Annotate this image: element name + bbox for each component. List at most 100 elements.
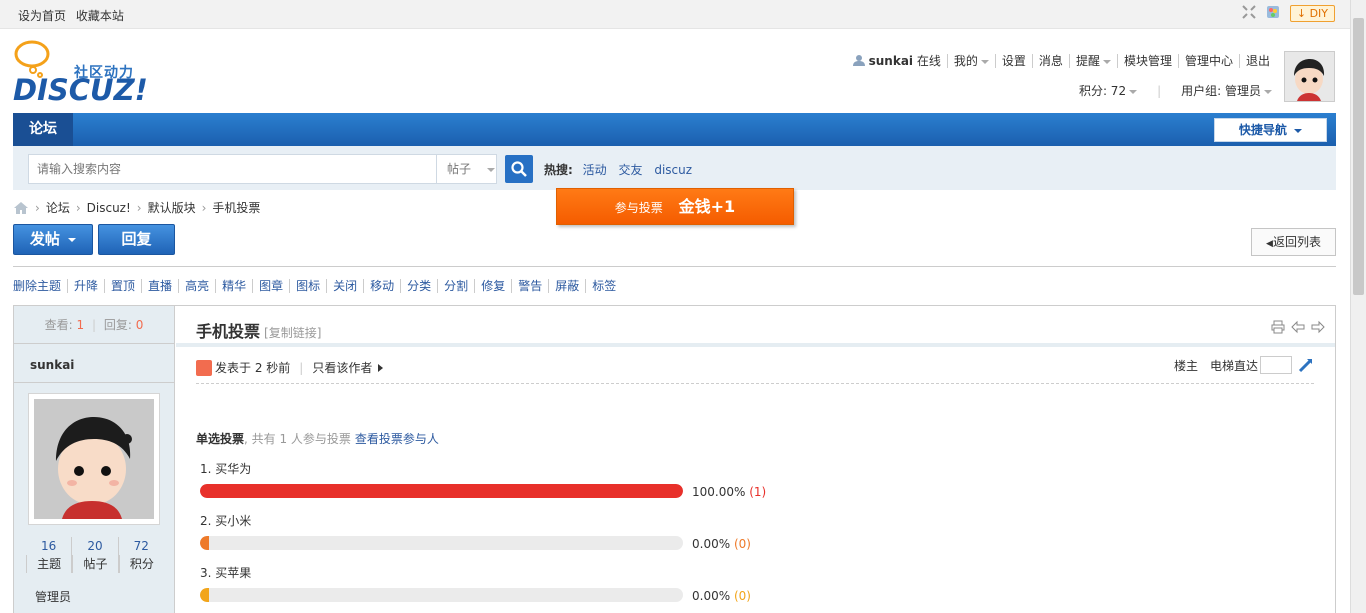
post-title-row: 手机投票 [复制链接] (196, 318, 321, 342)
search-button[interactable] (505, 155, 533, 183)
menu-reminders[interactable]: 提醒 (1068, 54, 1117, 68)
set-home-link[interactable]: 设为首页 (18, 9, 66, 23)
menu-my[interactable]: 我的 (946, 54, 995, 68)
poll-option-bar (200, 588, 683, 602)
mod-link[interactable]: 高亮 (178, 279, 215, 293)
back-to-list-label: 返回列表 (1272, 235, 1321, 249)
online-status: 在线 (916, 54, 941, 68)
only-author-label: 只看该作者 (312, 361, 373, 375)
author-stat[interactable]: 20 帖子 (71, 537, 117, 573)
author-avatar[interactable] (28, 393, 160, 525)
quick-nav-button[interactable]: 快捷导航 (1214, 118, 1327, 142)
mod-link[interactable]: 警告 (511, 279, 548, 293)
poll-option-label: 3. 买苹果 (200, 566, 252, 580)
chevron-down-icon (1294, 128, 1303, 133)
menu-admin-center[interactable]: 管理中心 (1177, 54, 1239, 68)
divider (176, 343, 1335, 347)
mod-link[interactable]: 图标 (289, 279, 326, 293)
copy-link[interactable]: [复制链接] (264, 326, 321, 340)
author-stat[interactable]: 72 积分 (117, 537, 164, 573)
replies-label: 回复: (103, 318, 132, 332)
floor-info: 楼主 电梯直达 (1174, 356, 1314, 374)
menu-logout[interactable]: 退出 (1238, 54, 1276, 68)
mod-link[interactable]: 标签 (585, 279, 622, 293)
only-author-link[interactable]: 只看该作者 (312, 359, 384, 376)
usergroup-label: 用户组: 管理员 (1181, 84, 1261, 98)
home-icon[interactable] (13, 201, 29, 215)
breadcrumb-item[interactable]: 默认版块 (148, 199, 196, 216)
author-group[interactable]: 管理员 (35, 588, 71, 605)
jump-floor-input[interactable] (1260, 356, 1292, 374)
mod-link[interactable]: 精华 (215, 279, 252, 293)
hot-search: 热搜: 活动 交友 discuz (544, 161, 700, 178)
mod-link[interactable]: 直播 (141, 279, 178, 293)
mod-link[interactable]: 分类 (400, 279, 437, 293)
jump-go-icon[interactable] (1298, 357, 1314, 373)
vertical-scrollbar[interactable] (1350, 0, 1366, 613)
author-name[interactable]: sunkai (30, 358, 74, 372)
user-menu: sunkai 在线 我的 设置 消息 提醒 模块管理 管理中心 退出 (847, 54, 1276, 68)
stat-value: 20 (87, 539, 103, 553)
author-stat[interactable]: 16 主题 (26, 537, 71, 573)
author-badge-icon (196, 359, 212, 376)
poll-option-bar (200, 536, 683, 550)
fullscreen-icon[interactable] (1242, 5, 1256, 22)
new-post-button[interactable]: 发帖 (13, 224, 93, 255)
diy-button[interactable]: ↓ DIY (1289, 5, 1335, 22)
usergroup-link[interactable]: 用户组: 管理员 (1181, 82, 1272, 99)
back-to-list-button[interactable]: ◀返回列表 (1251, 228, 1336, 256)
mod-link[interactable]: 升降 (67, 279, 104, 293)
mod-link[interactable]: 图章 (252, 279, 289, 293)
username-link[interactable]: sunkai (869, 54, 913, 68)
breadcrumb-item[interactable]: Discuz! (87, 201, 131, 215)
reply-button[interactable]: 回复 (98, 224, 175, 255)
nav-tab-forum[interactable]: 论坛 (13, 113, 73, 146)
theme-color-icon[interactable] (1266, 5, 1280, 22)
search-type-label: 帖子 (447, 162, 472, 176)
hot-search-item[interactable]: 交友 (618, 163, 642, 177)
bookmark-link[interactable]: 收藏本站 (76, 9, 124, 23)
credits-link[interactable]: 积分: 72 (1079, 82, 1138, 99)
chevron-down-icon (1129, 89, 1138, 94)
vote-popup-label: 参与投票 (614, 201, 663, 215)
poll-type: 单选投票 (196, 432, 245, 446)
poll: 单选投票, 共有 1 人参与投票 查看投票参与人 1. 买华为 100.00% (1… (196, 430, 1096, 603)
moderation-bar: 删除主题 升降 置顶 直播 高亮 精华 图章 图标 关闭 移动 分类 分割 修复… (13, 279, 622, 293)
mod-link[interactable]: 屏蔽 (548, 279, 585, 293)
poll-option-percent: 100.00% (692, 485, 750, 499)
post-time: 发表于 2 秒前 (215, 361, 291, 375)
search-input[interactable]: 请输入搜索内容 (28, 154, 437, 184)
scrollbar-thumb[interactable] (1353, 18, 1364, 295)
mod-link[interactable]: 删除主题 (13, 279, 67, 293)
poll-option-label: 1. 买华为 (200, 462, 252, 476)
breadcrumb-item[interactable]: 手机投票 (212, 199, 260, 216)
hot-search-item[interactable]: discuz (654, 163, 692, 177)
prev-thread-icon[interactable] (1291, 320, 1305, 334)
diy-label: DIY (1309, 7, 1328, 20)
main-nav: 论坛 快捷导航 (13, 113, 1336, 146)
mod-link[interactable]: 置顶 (104, 279, 141, 293)
site-logo[interactable]: 社区动力 DISCUZ! (13, 40, 153, 107)
mod-link[interactable]: 修复 (474, 279, 511, 293)
replies-count: 0 (135, 318, 144, 332)
stat-value: 72 (133, 539, 149, 553)
mod-link[interactable]: 移动 (363, 279, 400, 293)
print-icon[interactable] (1271, 320, 1285, 334)
avatar[interactable] (1284, 51, 1335, 102)
mod-link[interactable]: 分割 (437, 279, 474, 293)
menu-settings[interactable]: 设置 (994, 54, 1032, 68)
views-count: 1 (76, 318, 85, 332)
stat-label: 主题 (26, 555, 71, 573)
play-icon (378, 364, 384, 372)
search-type-select[interactable]: 帖子 (436, 154, 497, 184)
mod-link[interactable]: 关闭 (326, 279, 363, 293)
view-voters-link[interactable]: 查看投票参与人 (355, 432, 439, 446)
menu-reminders-label: 提醒 (1075, 54, 1100, 68)
breadcrumb-separator: › (75, 200, 81, 215)
menu-messages[interactable]: 消息 (1031, 54, 1069, 68)
breadcrumb-item[interactable]: 论坛 (46, 199, 70, 216)
poll-option-result: 0.00% (0) (692, 537, 751, 551)
next-thread-icon[interactable] (1311, 320, 1325, 334)
hot-search-item[interactable]: 活动 (583, 163, 607, 177)
menu-module-manage[interactable]: 模块管理 (1116, 54, 1178, 68)
